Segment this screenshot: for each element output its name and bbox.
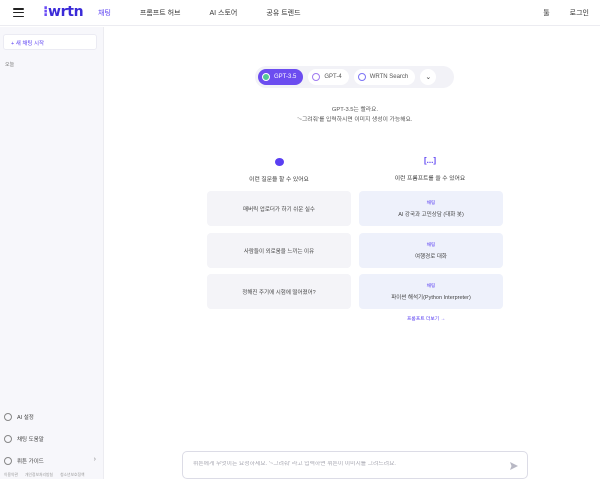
questions-header: 이런 질문을 할 수 있어요 [209,158,349,183]
tools-link[interactable]: 툴 [543,8,549,18]
sidebar-item-label: 뤼튼 가이드 [17,459,44,465]
prompt-tag: 채팅 [426,243,436,248]
logo[interactable]: ⁝wrtn [43,4,84,20]
prompt-label: 파이썬 해석기(Python Interpreter) [391,295,471,301]
sidebar-menu: AI 설정 채팅 도움말 뤼튼 가이드 › [4,406,100,472]
footer-link-privacy[interactable]: 개인정보처리방침 [25,473,53,477]
model-option-gpt35[interactable]: GPT-3.5 [258,69,304,85]
new-chat-button[interactable]: + 새 채팅 시작 [3,34,97,50]
prompt-label: AI 강국과 고민상담 (대화 봇) [398,212,464,218]
chevron-right-icon: › [93,456,96,463]
sidebar-item-wrtn-guide[interactable]: 뤼튼 가이드 › [4,450,100,472]
questions-title: 이런 질문을 할 수 있어요 [249,177,309,183]
guide-icon [4,457,12,465]
main-nav: 채팅 프롬프트 허브 AI 스토어 공유 트렌드 [98,8,330,18]
model-selector: GPT-3.5 GPT-4 WRTN Search ⌄ [255,66,454,88]
sidebar-footer: 이용약관 개인정보처리방침 청소년보호정책 [4,473,91,478]
nav-shared-trends[interactable]: 공유 트렌드 [266,8,300,18]
gear-icon [4,413,12,421]
sidebar-item-chat-help[interactable]: 채팅 도움말 [4,428,100,450]
chevron-down-icon[interactable]: ⌄ [420,69,437,85]
history-section-label: 오늘 [5,62,15,68]
top-bar: ⁝wrtn 채팅 프롬프트 허브 AI 스토어 공유 트렌드 툴 로그인 [0,0,600,26]
footer-link-youth[interactable]: 청소년보호정책 [60,473,84,477]
prompt-card[interactable]: 채팅 파이썬 해석기(Python Interpreter) [359,274,503,309]
prompt-bracket-icon: [...] [424,156,436,165]
example-question-card[interactable]: 매버릭 업로더가 하기 쉬운 실수 [207,191,351,226]
hamburger-menu-icon[interactable] [13,8,24,18]
chat-input-box [182,451,528,479]
prompts-header: [...] 이런 프롬프트를 쓸 수 있어요 [360,156,500,182]
prompt-card[interactable]: 채팅 여행경로 대화 [359,233,503,268]
nav-ai-store[interactable]: AI 스토어 [209,8,237,18]
gpt35-icon [262,73,270,81]
model-option-wrtn-search[interactable]: WRTN Search [353,69,416,85]
sidebar-item-label: AI 설정 [17,415,34,421]
prompt-tag: 채팅 [426,284,436,289]
search-icon [357,73,366,81]
chat-input[interactable] [193,461,503,467]
gpt4-icon [312,73,321,81]
sidebar-item-label: 채팅 도움말 [17,437,44,443]
model-option-gpt4[interactable]: GPT-4 [308,69,349,85]
chat-bubble-icon [274,158,284,166]
login-button[interactable]: 로그인 [570,8,589,18]
send-icon[interactable] [509,461,519,471]
top-right-actions: 툴 로그인 [523,8,589,18]
sidebar-item-ai-settings[interactable]: AI 설정 [4,406,100,428]
help-icon [4,435,12,443]
model-description: GPT-3.5는 빨라요. [331,107,379,113]
nav-chat[interactable]: 채팅 [98,8,111,18]
sidebar: + 새 채팅 시작 오늘 AI 설정 채팅 도움말 뤼튼 가이드 › 이용약관 … [0,27,104,479]
example-question-card[interactable]: 사람들이 외로움을 느끼는 이유 [207,233,351,268]
model-hint: '~그려줘'를 입력하시면 이미지 생성이 가능해요. [297,117,413,123]
prompts-title: 이런 프롬프트를 쓸 수 있어요 [394,176,466,182]
prompt-tag: 채팅 [426,201,436,206]
nav-prompt-hub[interactable]: 프롬프트 허브 [140,8,181,18]
prompt-card[interactable]: 채팅 AI 강국과 고민상담 (대화 봇) [359,191,503,226]
example-question-card[interactable]: 정해진 주기에 시험에 떨어졌어? [207,274,351,309]
prompt-label: 여행경로 대화 [415,254,447,260]
footer-link-terms[interactable]: 이용약관 [4,473,18,477]
more-prompts-link[interactable]: 프롬프트 더보기 → [407,315,445,322]
